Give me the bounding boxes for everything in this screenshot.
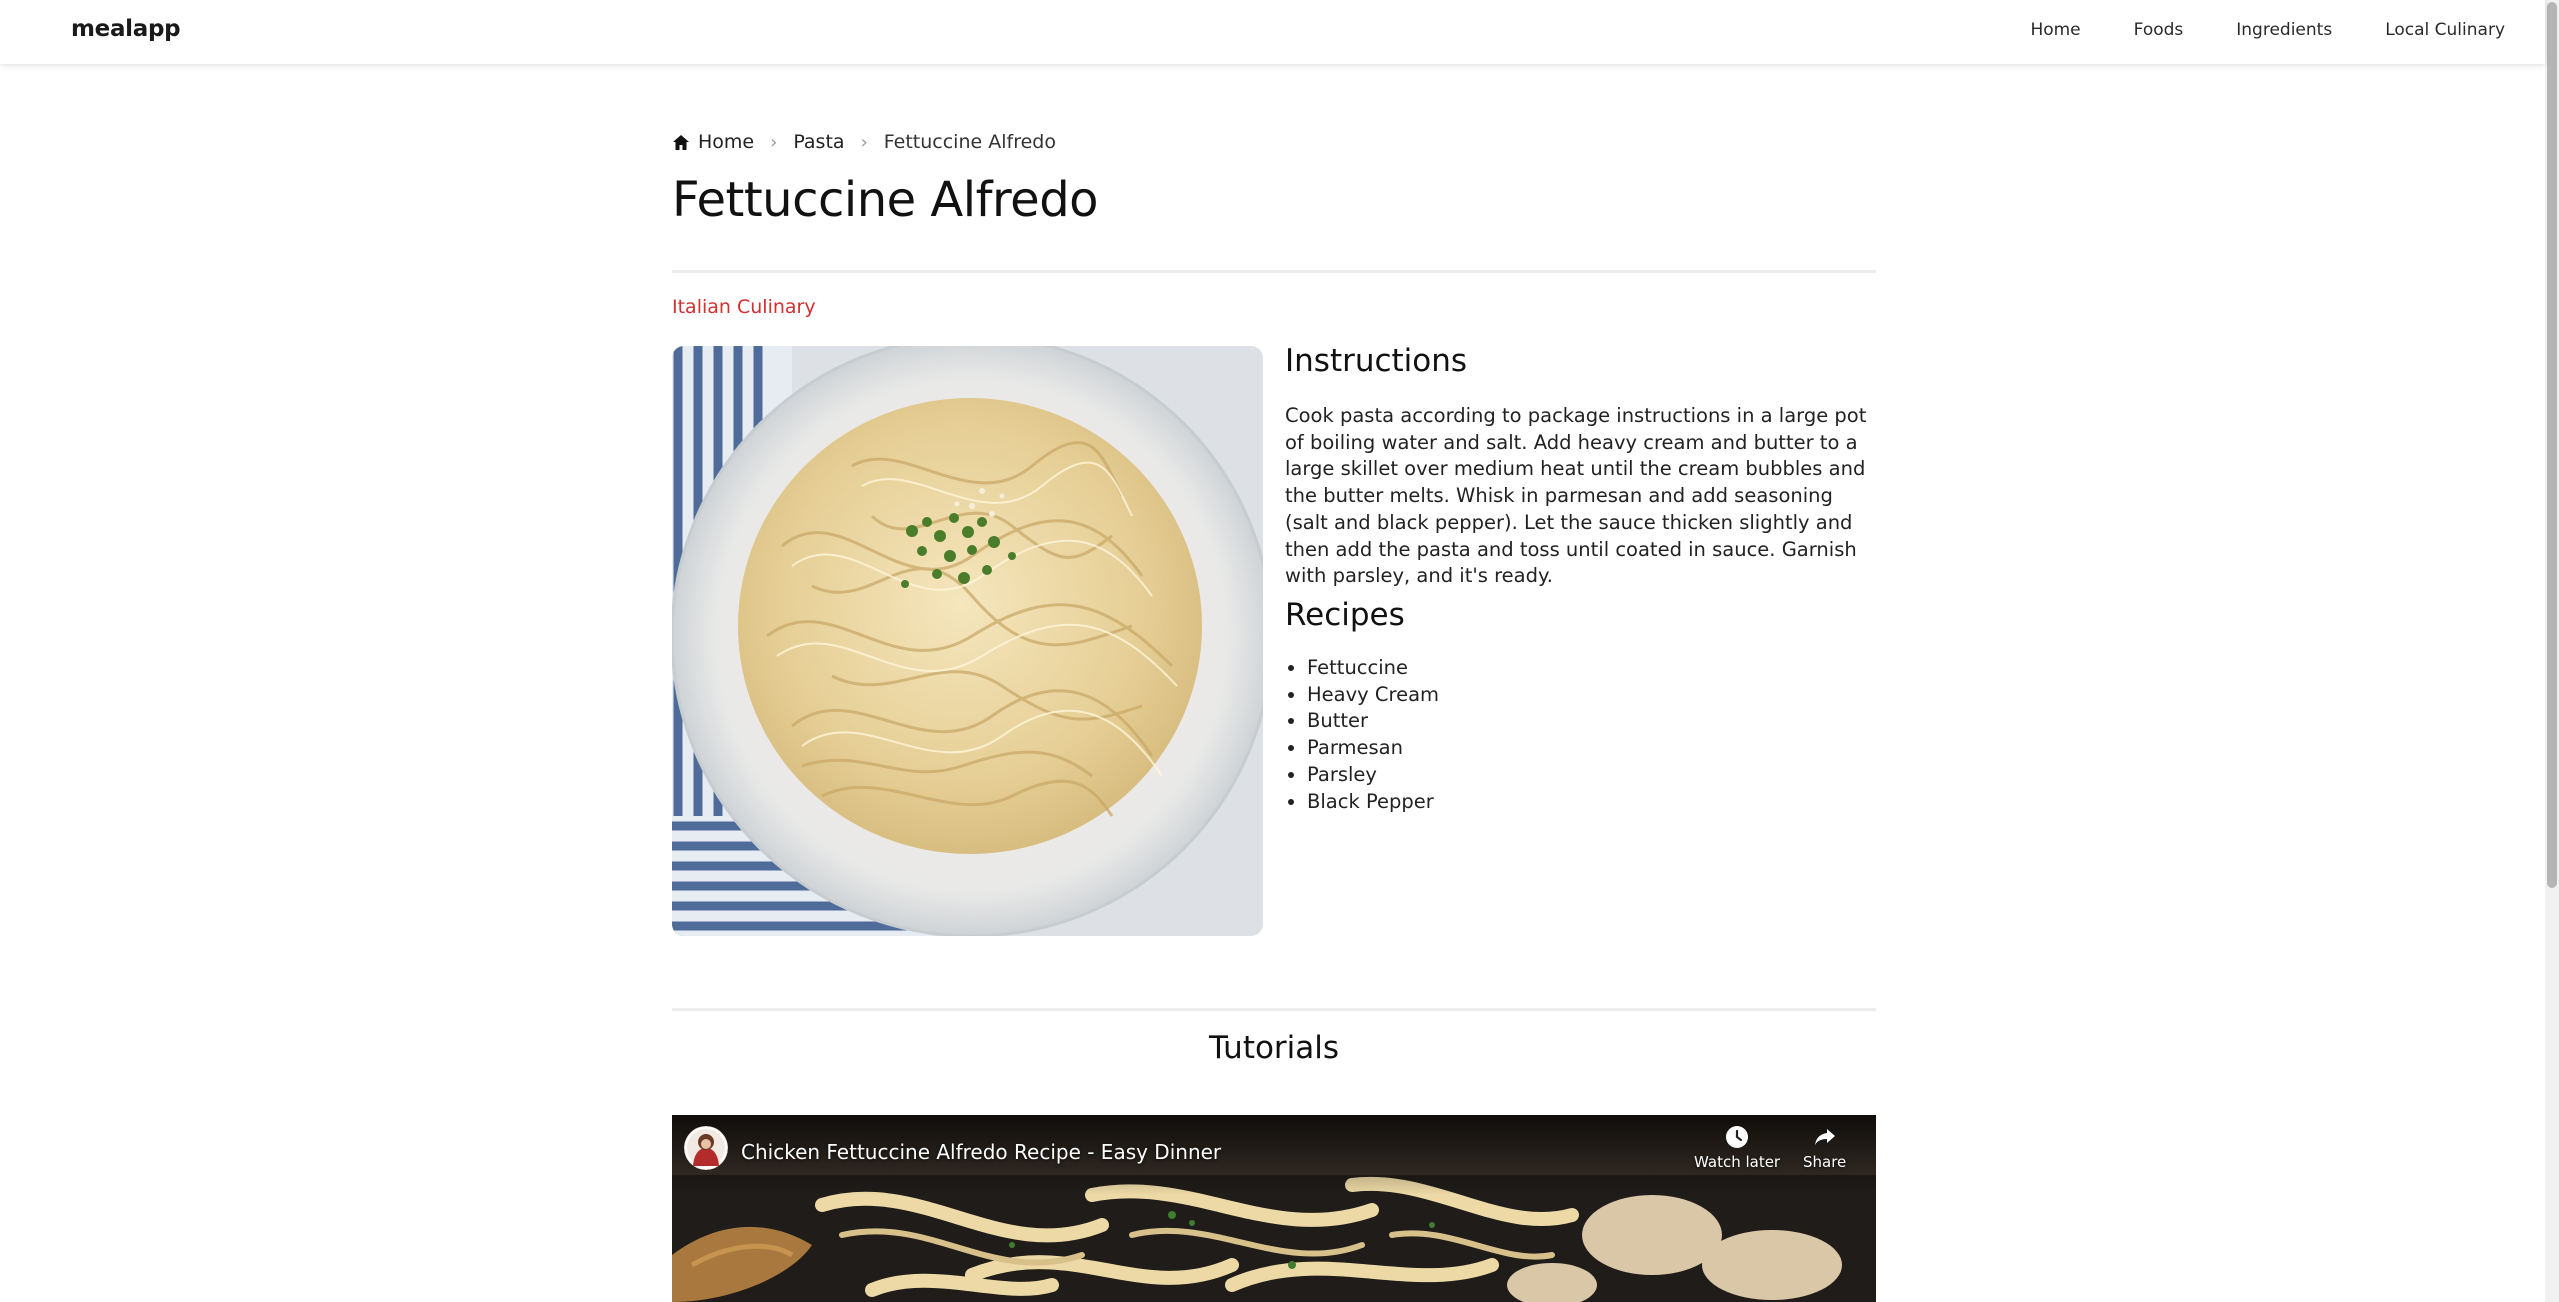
list-item: Parsley (1307, 762, 1439, 789)
list-item: Fettuccine (1307, 655, 1439, 682)
list-item: Black Pepper (1307, 789, 1439, 816)
breadcrumb-current: Fettuccine Alfredo (883, 131, 1056, 153)
meal-photo (672, 346, 1263, 936)
watch-later-label: Watch later (1694, 1153, 1781, 1171)
channel-avatar[interactable] (684, 1126, 728, 1170)
share-icon (1814, 1129, 1835, 1145)
instructions-text: Cook pasta according to package instruct… (1285, 404, 1867, 588)
clock-icon (1726, 1126, 1749, 1148)
list-item: Butter (1307, 708, 1439, 735)
tutorials-heading: Tutorials (1208, 1030, 1340, 1066)
breadcrumb-home-label: Home (698, 131, 755, 153)
top-navbar: mealapp Home Foods Ingredients Local Cul… (0, 0, 2545, 64)
page-title: Fettuccine Alfredo (672, 172, 1099, 228)
chevron-right-icon: › (770, 131, 778, 153)
ingredients-list: Fettuccine Heavy Cream Butter Parmesan P… (1285, 655, 1439, 815)
nav-link-ingredients[interactable]: Ingredients (2236, 20, 2332, 40)
video-player[interactable]: Chicken Fettuccine Alfredo Recipe - Easy… (672, 1115, 1876, 1302)
breadcrumb: Home › Pasta › Fettuccine Alfredo (672, 131, 1056, 153)
share-label: Share (1803, 1153, 1847, 1171)
scrollbar-track[interactable] (2545, 0, 2559, 1302)
breadcrumb-category[interactable]: Pasta (793, 131, 844, 153)
divider (672, 270, 1876, 273)
watch-later-button[interactable]: Watch later (1694, 1125, 1780, 1171)
list-item: Parmesan (1307, 735, 1439, 762)
fettuccine-photo (672, 346, 1263, 936)
list-item: Heavy Cream (1307, 682, 1439, 709)
recipes-heading: Recipes (1285, 597, 1405, 633)
home-icon (673, 134, 689, 150)
divider (672, 1008, 1876, 1011)
share-button[interactable]: Share (1803, 1125, 1846, 1171)
avatar-icon (684, 1126, 728, 1170)
nav-link-local-culinary[interactable]: Local Culinary (2385, 20, 2505, 40)
cuisine-link[interactable]: Italian Culinary (672, 296, 816, 318)
nav-links: Home Foods Ingredients Local Culinary (2030, 20, 2505, 40)
instructions-heading: Instructions (1285, 343, 1468, 379)
nav-link-home[interactable]: Home (2030, 20, 2080, 40)
nav-link-foods[interactable]: Foods (2134, 20, 2184, 40)
chevron-right-icon: › (860, 131, 868, 153)
scrollbar-thumb[interactable] (2547, 2, 2557, 888)
brand-logo[interactable]: mealapp (71, 16, 181, 42)
video-title[interactable]: Chicken Fettuccine Alfredo Recipe - Easy… (741, 1140, 1221, 1164)
breadcrumb-home[interactable]: Home (672, 131, 754, 153)
